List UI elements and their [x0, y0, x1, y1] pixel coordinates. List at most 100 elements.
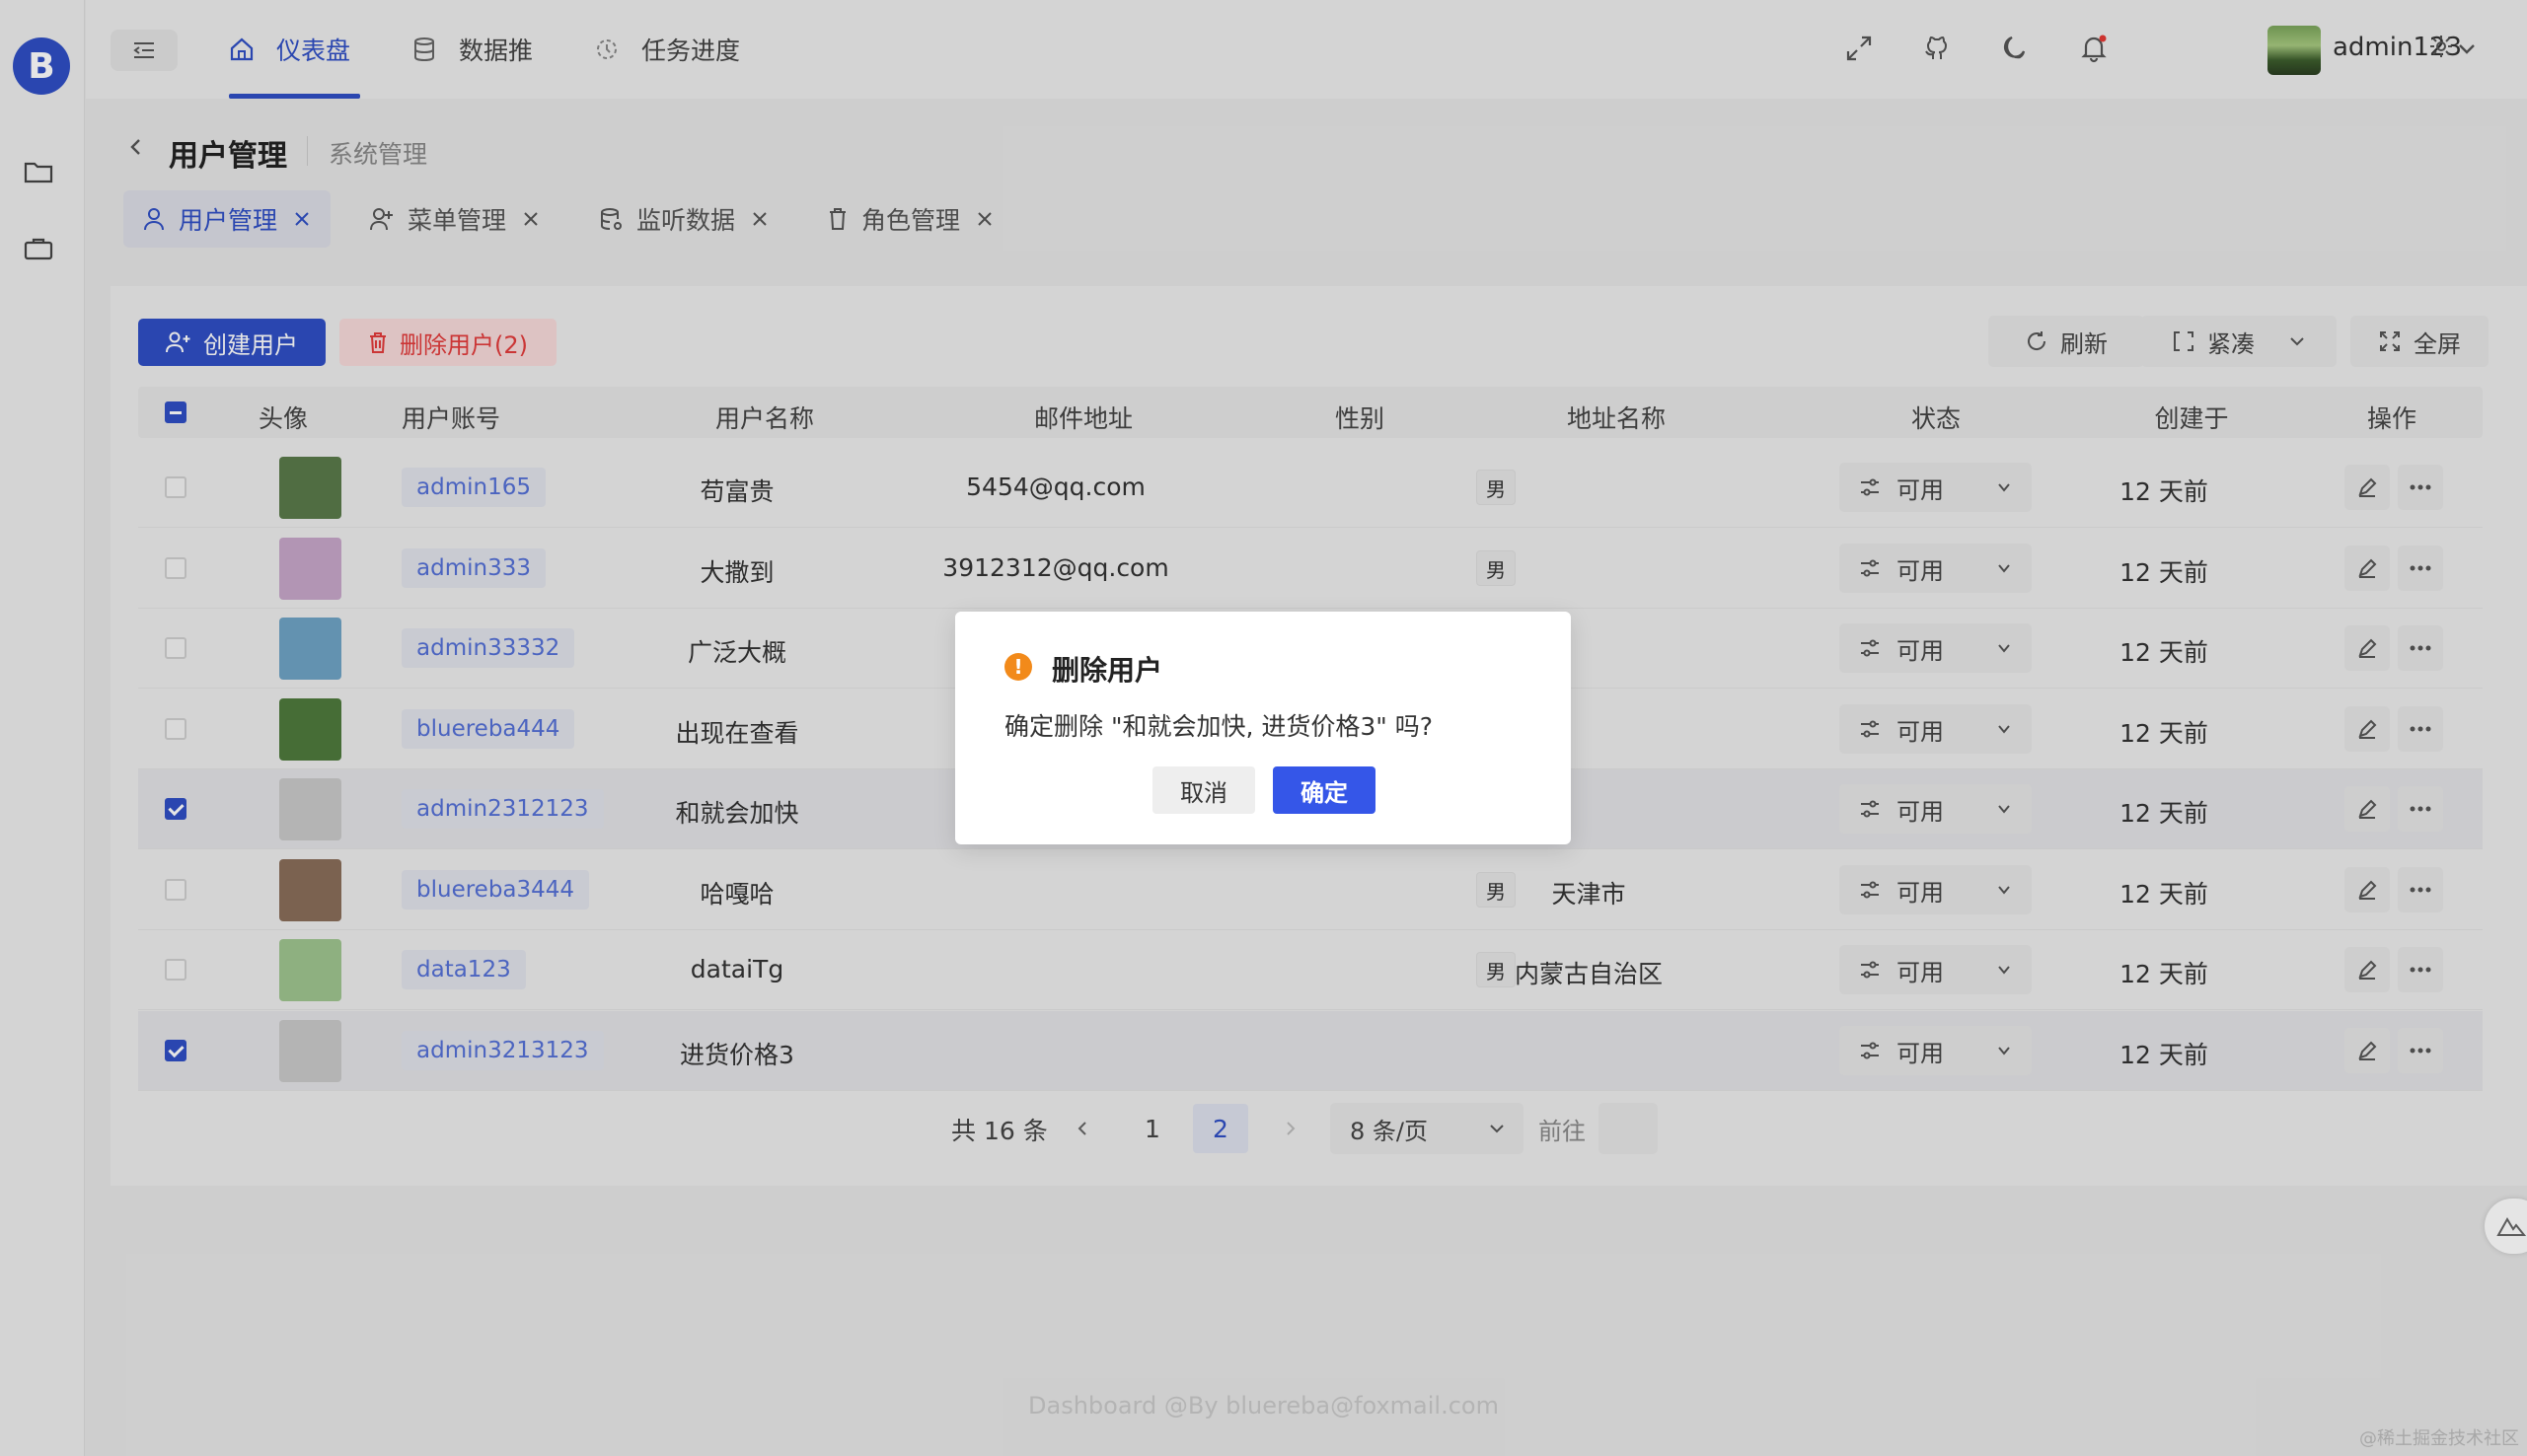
confirm-button[interactable]: 确定 [1273, 766, 1375, 814]
more-actions-button[interactable] [2398, 786, 2443, 832]
more-actions-button[interactable] [2398, 706, 2443, 752]
edit-button[interactable] [2344, 625, 2390, 671]
edit-button[interactable] [2344, 867, 2390, 912]
chevron-down-icon [1998, 564, 2010, 573]
cancel-button[interactable]: 取消 [1152, 766, 1255, 814]
row-checkbox[interactable] [165, 1040, 186, 1061]
pagination-total: 共 16 条 [951, 1117, 1048, 1145]
user-account-link[interactable]: admin165 [402, 468, 546, 507]
page-size-select[interactable]: 8 条/页 [1330, 1103, 1524, 1154]
user-account-link[interactable]: admin2312123 [402, 789, 604, 829]
table-row[interactable]: data123 dataiTg 男内蒙古自治区 可用 12 天前 [138, 930, 2483, 1010]
tab-role-management[interactable]: 角色管理 [808, 190, 1013, 248]
page-tabs: 用户管理 菜单管理 监听数据 角色管理 [123, 190, 1033, 248]
notification-bell-icon[interactable] [2079, 34, 2109, 63]
nav-data[interactable]: 数据推 [411, 0, 533, 99]
table-row[interactable]: admin3213123 进货价格3 可用 12 天前 [138, 1011, 2483, 1091]
row-checkbox[interactable] [165, 476, 186, 498]
more-actions-button[interactable] [2398, 867, 2443, 912]
briefcase-icon[interactable] [24, 237, 53, 260]
more-actions-button[interactable] [2398, 465, 2443, 510]
tab-user-management[interactable]: 用户管理 [123, 190, 332, 248]
dark-mode-icon[interactable] [2000, 34, 2030, 63]
edit-button[interactable] [2344, 1028, 2390, 1073]
fullscreen-button[interactable]: 全屏 [2350, 316, 2489, 367]
toggle-icon [1861, 639, 1879, 657]
prev-page-button[interactable] [1056, 1104, 1111, 1153]
close-icon[interactable] [293, 210, 311, 228]
status-select[interactable]: 可用 [1839, 1026, 2032, 1075]
watermark: @稀土掘金技术社区 [2359, 1428, 2519, 1449]
delete-users-button[interactable]: 删除用户(2) [339, 319, 557, 366]
nav-dashboard[interactable]: 仪表盘 [229, 0, 361, 99]
status-select[interactable]: 可用 [1839, 945, 2032, 994]
floating-helper-button[interactable] [2485, 1199, 2527, 1254]
edit-button[interactable] [2344, 706, 2390, 752]
gender-tag: 男 [1476, 550, 1516, 586]
status-select[interactable]: 可用 [1839, 463, 2032, 512]
folder-icon[interactable] [24, 160, 53, 183]
back-chevron-icon[interactable] [125, 136, 147, 158]
close-icon[interactable] [751, 210, 769, 228]
row-checkbox[interactable] [165, 718, 186, 740]
edit-button[interactable] [2344, 786, 2390, 832]
col-actions: 操作 [2366, 404, 2417, 433]
table-row[interactable]: admin333 大撒到 3912312@qq.com 男 可用 12 天前 [138, 529, 2483, 609]
create-user-button[interactable]: 创建用户 [138, 319, 326, 366]
page-size-value: 8 条/页 [1350, 1117, 1428, 1145]
delete-users-label: 删除用户(2) [400, 330, 528, 359]
status-select[interactable]: 可用 [1839, 623, 2032, 673]
edit-button[interactable] [2344, 465, 2390, 510]
github-icon[interactable] [1922, 34, 1952, 63]
user-avatar[interactable] [2267, 26, 2321, 75]
user-account-link[interactable]: admin3213123 [402, 1031, 604, 1070]
goto-page-input[interactable] [1598, 1103, 1658, 1154]
chevron-down-icon[interactable] [2456, 37, 2478, 59]
tab-menu-management[interactable]: 菜单管理 [350, 190, 559, 248]
edit-button[interactable] [2344, 546, 2390, 591]
close-icon[interactable] [522, 210, 540, 228]
refresh-button[interactable]: 刷新 [1988, 316, 2144, 367]
more-actions-button[interactable] [2398, 947, 2443, 992]
created-at: 12 天前 [2119, 1041, 2208, 1069]
chevron-down-icon [1998, 725, 2010, 734]
row-checkbox[interactable] [165, 557, 186, 579]
status-select[interactable]: 可用 [1839, 704, 2032, 754]
expand-icon[interactable] [1844, 34, 1874, 63]
app-logo[interactable]: B [13, 37, 70, 95]
user-account-link[interactable]: data123 [402, 950, 526, 989]
edit-button[interactable] [2344, 947, 2390, 992]
status-select[interactable]: 可用 [1839, 544, 2032, 593]
user-account-link[interactable]: admin333 [402, 548, 546, 588]
next-page-button[interactable] [1262, 1104, 1317, 1153]
more-actions-button[interactable] [2398, 546, 2443, 591]
collapse-menu-button[interactable] [111, 30, 178, 71]
row-checkbox[interactable] [165, 959, 186, 981]
user-account-link[interactable]: bluereba444 [402, 709, 575, 749]
more-actions-button[interactable] [2398, 1028, 2443, 1073]
status-value: 可用 [1896, 556, 1944, 585]
status-select[interactable]: 可用 [1839, 784, 2032, 834]
mountain-icon [2496, 1217, 2526, 1236]
close-icon[interactable] [976, 210, 994, 228]
user-account-link[interactable]: admin33332 [402, 628, 575, 668]
table-row[interactable]: admin165 苟富贵 5454@qq.com 男 可用 12 天前 [138, 448, 2483, 528]
row-checkbox[interactable] [165, 798, 186, 820]
more-dots-icon [2410, 1048, 2431, 1054]
table-row[interactable]: bluereba3444 哈嘎哈 男 天津市 可用 12 天前 [138, 850, 2483, 930]
tab-monitor-data[interactable]: 监听数据 [579, 190, 788, 248]
page-1-button[interactable]: 1 [1125, 1104, 1180, 1153]
status-select[interactable]: 可用 [1839, 865, 2032, 914]
settings-gear-icon[interactable] [2428, 34, 2454, 59]
row-checkbox[interactable] [165, 879, 186, 901]
more-actions-button[interactable] [2398, 625, 2443, 671]
row-checkbox[interactable] [165, 637, 186, 659]
nav-dashboard-label: 仪表盘 [276, 36, 351, 65]
avatar [279, 698, 341, 761]
density-dropdown[interactable]: 紧凑 [2141, 316, 2337, 367]
user-account-link[interactable]: bluereba3444 [402, 870, 590, 910]
select-all-checkbox[interactable] [165, 401, 186, 423]
user-icon [144, 208, 164, 231]
page-2-button[interactable]: 2 [1193, 1104, 1248, 1153]
nav-tasks[interactable]: 任务进度 [594, 0, 740, 99]
